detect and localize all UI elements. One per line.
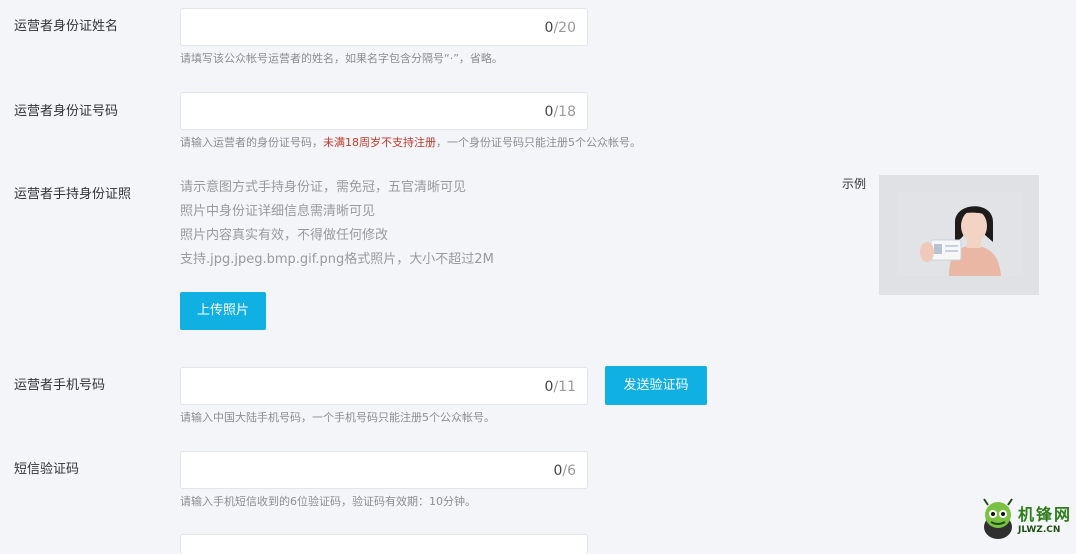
id-number-hint-tail: ，一个身份证号码只能注册5个公众帐号。 [436, 136, 641, 149]
sms-code-input[interactable]: 0/6 [180, 451, 588, 489]
phone-max: /11 [553, 379, 576, 395]
id-name-hint: 请填写该公众帐号运营者的姓名，如果名字包含分隔号“·”，省略。 [180, 52, 503, 65]
id-number-label: 运营者身份证号码 [14, 104, 119, 119]
photo-requirement-line: 请示意图方式手持身份证，需免冠，五官清晰可见 [180, 180, 467, 195]
age-warning-text: 未满18周岁不支持注册 [323, 136, 436, 149]
sms-code-hint: 请输入手机短信收到的6位验证码，验证码有效期：10分钟。 [180, 495, 476, 508]
photo-requirement-line: 支持.jpg.jpeg.bmp.gif.png格式照片，大小不超过2M [180, 252, 494, 267]
site-watermark: 机锋网 JLWZ.CN [980, 495, 1076, 542]
photo-requirement-line: 照片中身份证详细信息需清晰可见 [180, 204, 376, 219]
id-name-max: /20 [553, 20, 576, 36]
next-field-input[interactable] [180, 534, 588, 554]
send-code-button[interactable]: 发送验证码 [605, 366, 707, 405]
upload-photo-button[interactable]: 上传照片 [180, 292, 266, 330]
id-photo-label: 运营者手持身份证照 [14, 187, 132, 202]
id-name-input[interactable]: 0/20 [180, 8, 588, 46]
id-number-hint-text: 请输入运营者的身份证号码， [180, 136, 323, 149]
sms-code-label: 短信验证码 [14, 462, 80, 477]
phone-hint: 请输入中国大陆手机号码，一个手机号码只能注册5个公众帐号。 [180, 411, 495, 424]
phone-label: 运营者手机号码 [14, 378, 106, 393]
photo-requirement-line: 照片内容真实有效，不得做任何修改 [180, 228, 389, 243]
sample-image-frame [879, 175, 1039, 295]
id-name-label: 运营者身份证姓名 [14, 19, 119, 34]
id-name-counter: 0/20 [545, 20, 576, 36]
id-number-max: /18 [553, 104, 576, 120]
sample-label: 示例 [842, 177, 867, 191]
id-number-input[interactable]: 0/18 [180, 92, 588, 130]
sms-code-max: /6 [562, 463, 576, 479]
sms-code-counter: 0/6 [553, 463, 576, 479]
watermark-site: JLWZ.CN [1018, 525, 1061, 535]
id-number-counter: 0/18 [545, 104, 576, 120]
watermark-title: 机锋网 [1018, 505, 1073, 524]
mascot-logo-icon [983, 498, 1013, 539]
phone-counter: 0/11 [545, 379, 576, 395]
id-number-hint: 请输入运营者的身份证号码，未满18周岁不支持注册，一个身份证号码只能注册5个公众… [180, 136, 641, 150]
sample-person-illustration [897, 192, 1023, 276]
sample-photo [897, 192, 1023, 276]
phone-input[interactable]: 0/11 [180, 367, 588, 405]
